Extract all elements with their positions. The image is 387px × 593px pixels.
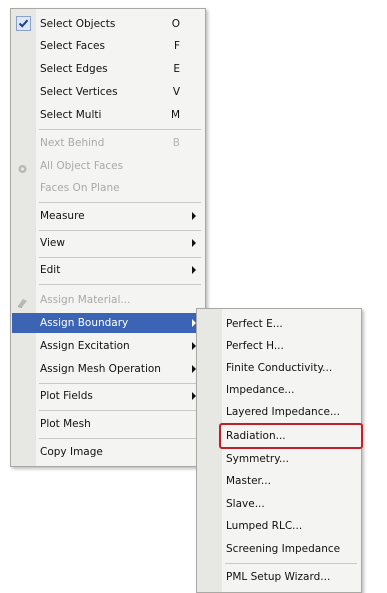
- menu-item-label: View: [40, 237, 65, 249]
- menu-item-all-object-faces: All Object Faces: [12, 156, 204, 176]
- menu-separator: [39, 230, 201, 231]
- submenu-item-pml-setup-wizard[interactable]: PML Setup Wizard...: [198, 567, 360, 587]
- menu-separator: [39, 129, 201, 130]
- menu-item-copy-image[interactable]: Copy Image: [12, 442, 204, 462]
- menu-item-label: Finite Conductivity...: [226, 362, 333, 374]
- menu-item-label: Impedance...: [226, 384, 295, 396]
- shortcut-key: F: [173, 40, 180, 52]
- menu-item-assign-mesh-operation[interactable]: Assign Mesh Operation: [12, 359, 204, 379]
- submenu-arrow-icon: [192, 266, 196, 274]
- submenu-item-lumped-rlc[interactable]: Lumped RLC...: [198, 516, 360, 536]
- menu-item-label: Perfect E...: [226, 318, 283, 330]
- shortcut-key: O: [171, 18, 180, 30]
- menu-item-faces-on-plane: Faces On Plane: [12, 178, 204, 198]
- menu-item-label: Select Objects: [40, 18, 116, 30]
- menu-item-label: PML Setup Wizard...: [226, 571, 331, 583]
- menu-item-measure[interactable]: Measure: [12, 206, 204, 226]
- menu-item-select-edges[interactable]: Select Edges E: [12, 59, 204, 79]
- checkmark-icon: [16, 16, 31, 31]
- submenu-item-symmetry[interactable]: Symmetry...: [198, 449, 360, 469]
- menu-item-label: Plot Fields: [40, 390, 93, 402]
- menu-item-label: Measure: [40, 210, 85, 222]
- menu-separator: [225, 563, 357, 564]
- menu-separator: [39, 202, 201, 203]
- menu-item-label: Lumped RLC...: [226, 520, 303, 532]
- object-faces-icon: [17, 161, 28, 173]
- menu-item-select-multi[interactable]: Select Multi M: [12, 105, 204, 125]
- submenu-item-perfect-h[interactable]: Perfect H...: [198, 336, 360, 356]
- radiation-highlight-box: [219, 423, 363, 449]
- menu-item-select-vertices[interactable]: Select Vertices V: [12, 82, 204, 102]
- submenu-item-layered-impedance[interactable]: Layered Impedance...: [198, 402, 360, 422]
- menu-item-select-faces[interactable]: Select Faces F: [12, 36, 204, 56]
- shortcut-key: B: [172, 137, 180, 149]
- submenu-arrow-icon: [192, 212, 196, 220]
- submenu-arrow-icon: [192, 239, 196, 247]
- menu-item-label: Slave...: [226, 498, 265, 510]
- menu-separator: [39, 438, 201, 439]
- material-icon: [17, 295, 28, 308]
- menu-item-label: Perfect H...: [226, 340, 284, 352]
- menu-item-label: Symmetry...: [226, 453, 289, 465]
- menu-item-label: Assign Mesh Operation: [40, 363, 161, 375]
- assign-boundary-submenu: Perfect E... Perfect H... Finite Conduct…: [196, 308, 362, 593]
- submenu-item-slave[interactable]: Slave...: [198, 494, 360, 514]
- submenu-item-master[interactable]: Master...: [198, 471, 360, 491]
- menu-item-label: Assign Excitation: [40, 340, 130, 352]
- menu-item-next-behind: Next Behind B: [12, 133, 204, 153]
- menu-separator: [39, 284, 201, 285]
- menu-item-label: Layered Impedance...: [226, 406, 340, 418]
- menu-item-label: Select Vertices: [40, 86, 118, 98]
- menu-item-label: Next Behind: [40, 137, 105, 149]
- menu-item-label: Master...: [226, 475, 271, 487]
- menu-item-label: Select Edges: [40, 63, 108, 75]
- submenu-item-finite-conductivity[interactable]: Finite Conductivity...: [198, 358, 360, 378]
- menu-item-edit[interactable]: Edit: [12, 260, 204, 280]
- menu-item-label: Select Multi: [40, 109, 102, 121]
- menu-item-label: Copy Image: [40, 446, 103, 458]
- menu-item-assign-material: Assign Material...: [12, 290, 204, 310]
- shortcut-key: E: [173, 63, 180, 75]
- menu-item-label: Assign Boundary: [40, 317, 129, 329]
- menu-item-label: Edit: [40, 264, 61, 276]
- menu-item-plot-mesh[interactable]: Plot Mesh: [12, 414, 204, 434]
- menu-item-label: Faces On Plane: [40, 182, 120, 194]
- submenu-item-perfect-e[interactable]: Perfect E...: [198, 314, 360, 334]
- menu-item-label: Plot Mesh: [40, 418, 91, 430]
- context-menu: Select Objects O Select Faces F Select E…: [10, 8, 206, 467]
- menu-separator: [39, 383, 201, 384]
- menu-item-label: Select Faces: [40, 40, 105, 52]
- menu-item-label: Assign Material...: [40, 294, 131, 306]
- menu-item-assign-excitation[interactable]: Assign Excitation: [12, 336, 204, 356]
- menu-item-plot-fields[interactable]: Plot Fields: [12, 386, 204, 406]
- submenu-item-screening-impedance[interactable]: Screening Impedance: [198, 539, 360, 559]
- submenu-item-impedance[interactable]: Impedance...: [198, 380, 360, 400]
- menu-item-label: All Object Faces: [40, 160, 124, 172]
- menu-item-view[interactable]: View: [12, 233, 204, 253]
- menu-separator: [39, 410, 201, 411]
- menu-item-label: Screening Impedance: [226, 543, 341, 555]
- shortcut-key: V: [172, 86, 180, 98]
- menu-item-assign-boundary[interactable]: Assign Boundary: [12, 313, 204, 333]
- menu-separator: [39, 257, 201, 258]
- menu-item-select-objects[interactable]: Select Objects O: [12, 14, 204, 34]
- shortcut-key: M: [170, 109, 180, 121]
